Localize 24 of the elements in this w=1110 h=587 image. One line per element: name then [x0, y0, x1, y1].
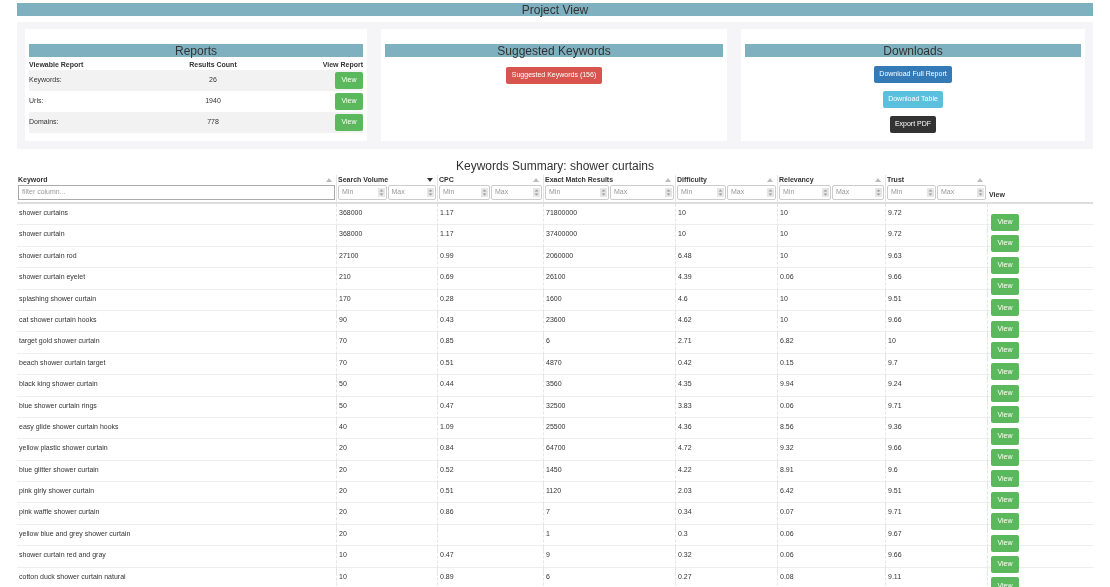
spinner-icon[interactable]	[767, 188, 774, 197]
sort-up-icon[interactable]	[326, 178, 332, 182]
spinner-icon[interactable]	[822, 188, 829, 197]
spinner-icon[interactable]	[927, 188, 934, 197]
spinner-icon[interactable]	[875, 188, 882, 197]
spinner-icon[interactable]	[665, 188, 672, 197]
table-title: Keywords Summary: shower curtains	[454, 159, 656, 175]
page-header: Project View	[17, 3, 1093, 16]
spinner-icon[interactable]	[600, 188, 607, 197]
spinner-icon[interactable]	[377, 188, 385, 197]
sort-up-icon[interactable]	[767, 178, 773, 182]
sort-down-icon[interactable]	[427, 178, 433, 182]
spinner-icon[interactable]	[427, 188, 434, 197]
section-header: Reports	[29, 44, 363, 57]
sort-up-icon[interactable]	[665, 178, 671, 182]
section-header: Downloads	[745, 44, 1081, 57]
spinner-icon[interactable]	[977, 188, 984, 197]
section-header: Suggested Keywords	[385, 44, 723, 57]
spinner-icon[interactable]	[481, 188, 488, 197]
sort-up-icon[interactable]	[533, 178, 539, 182]
spinner-icon[interactable]	[717, 188, 724, 197]
sort-up-icon[interactable]	[875, 178, 881, 182]
spinner-icon[interactable]	[533, 188, 540, 197]
sort-up-icon[interactable]	[977, 178, 983, 182]
